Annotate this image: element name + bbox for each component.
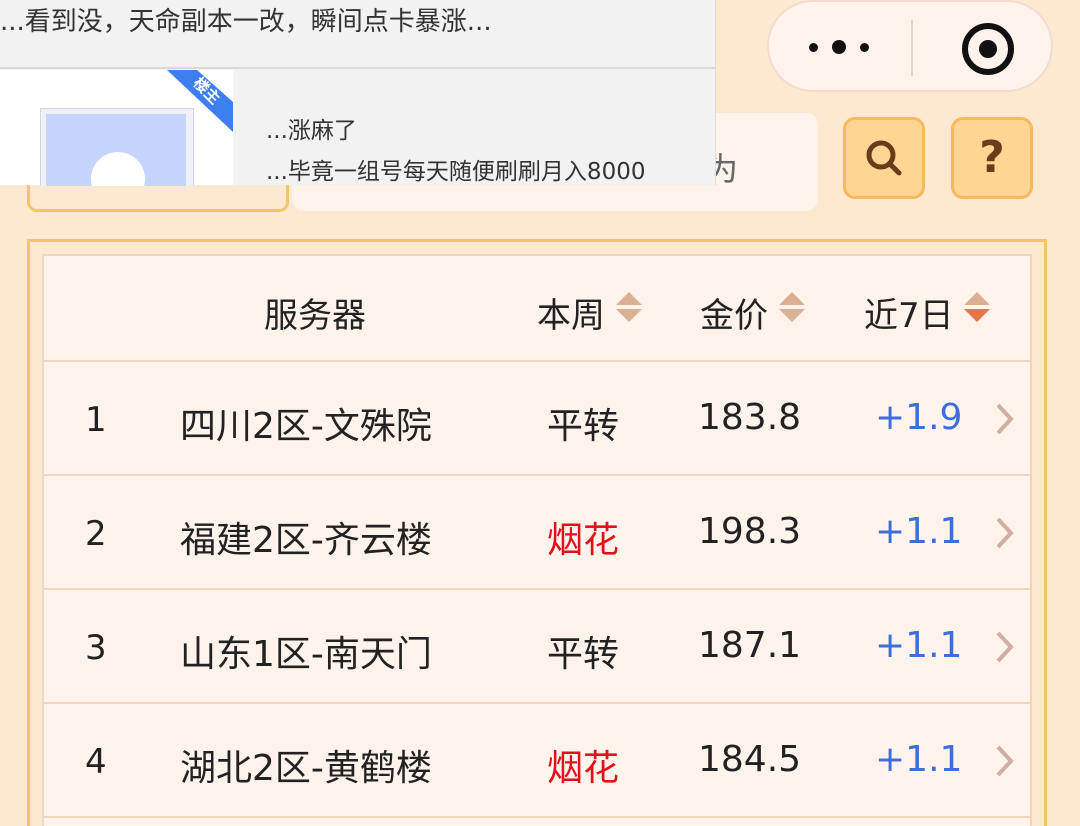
row-week-status: 平转 xyxy=(547,634,620,675)
chevron-right-icon[interactable] xyxy=(994,744,1016,778)
header-price[interactable]: 金价 xyxy=(700,288,768,337)
notification-line-2: ...毕竟一组号每天随便刷刷月入8000 xyxy=(266,159,646,185)
search-button[interactable] xyxy=(843,117,925,199)
header-week[interactable]: 本周 xyxy=(537,288,605,337)
capsule-divider xyxy=(911,20,913,76)
sort-price-icon[interactable] xyxy=(777,290,807,324)
notification-divider xyxy=(0,67,715,69)
help-button[interactable]: ? xyxy=(951,117,1033,199)
row-rank: 1 xyxy=(85,400,107,440)
table-header: 服务器 本周 金价 近7日 xyxy=(44,256,1030,360)
row-rank: 2 xyxy=(85,514,107,554)
row-price: 184.5 xyxy=(698,739,802,780)
chevron-right-icon[interactable] xyxy=(994,516,1016,550)
page: 为 ? ...看到没，天命副本一改，瞬间点卡暴涨... 楼主 ...涨麻了 ..… xyxy=(0,0,1080,826)
row-rank: 4 xyxy=(85,742,107,782)
notification-headline: ...看到没，天命副本一改，瞬间点卡暴涨... xyxy=(0,7,492,37)
row-week-status: 烟花 xyxy=(547,748,620,789)
row-change: +1.1 xyxy=(875,511,963,552)
search-icon xyxy=(866,140,902,176)
question-icon: ? xyxy=(979,132,1005,183)
chevron-right-icon[interactable] xyxy=(994,630,1016,664)
row-server: 四川2区-文殊院 xyxy=(180,406,432,447)
table-row-partial xyxy=(44,816,1030,826)
header-server: 服务器 xyxy=(264,296,366,336)
row-rank: 3 xyxy=(85,628,107,668)
row-week-status: 烟花 xyxy=(547,520,620,561)
chevron-right-icon[interactable] xyxy=(994,402,1016,436)
sort-week-icon[interactable] xyxy=(614,290,644,324)
row-server: 湖北2区-黄鹤楼 xyxy=(180,748,432,789)
table-row[interactable]: 3 山东1区-南天门 平转 187.1 +1.1 xyxy=(44,588,1030,700)
row-price: 183.8 xyxy=(698,397,802,438)
row-price: 187.1 xyxy=(698,625,802,666)
row-server: 福建2区-齐云楼 xyxy=(180,520,432,561)
target-icon[interactable] xyxy=(962,23,1014,75)
table-row[interactable]: 2 福建2区-齐云楼 烟花 198.3 +1.1 xyxy=(44,474,1030,586)
notification-line-1: ...涨麻了 xyxy=(266,118,357,144)
capsule-menu xyxy=(767,0,1053,92)
table-row[interactable]: 4 湖北2区-黄鹤楼 烟花 184.5 +1.1 xyxy=(44,702,1030,814)
row-price: 198.3 xyxy=(698,511,802,552)
row-week-status: 平转 xyxy=(547,406,620,447)
table-row[interactable]: 1 四川2区-文殊院 平转 183.8 +1.9 xyxy=(44,360,1030,472)
more-dots-icon[interactable] xyxy=(809,34,869,60)
row-change: +1.1 xyxy=(875,625,963,666)
notification-popup[interactable]: ...看到没，天命副本一改，瞬间点卡暴涨... 楼主 ...涨麻了 ...毕竟一… xyxy=(0,0,716,186)
row-change: +1.1 xyxy=(875,739,963,780)
row-server: 山东1区-南天门 xyxy=(180,634,432,675)
row-change: +1.9 xyxy=(875,397,963,438)
sort-last7-icon[interactable] xyxy=(962,290,992,324)
header-last7[interactable]: 近7日 xyxy=(864,288,954,337)
